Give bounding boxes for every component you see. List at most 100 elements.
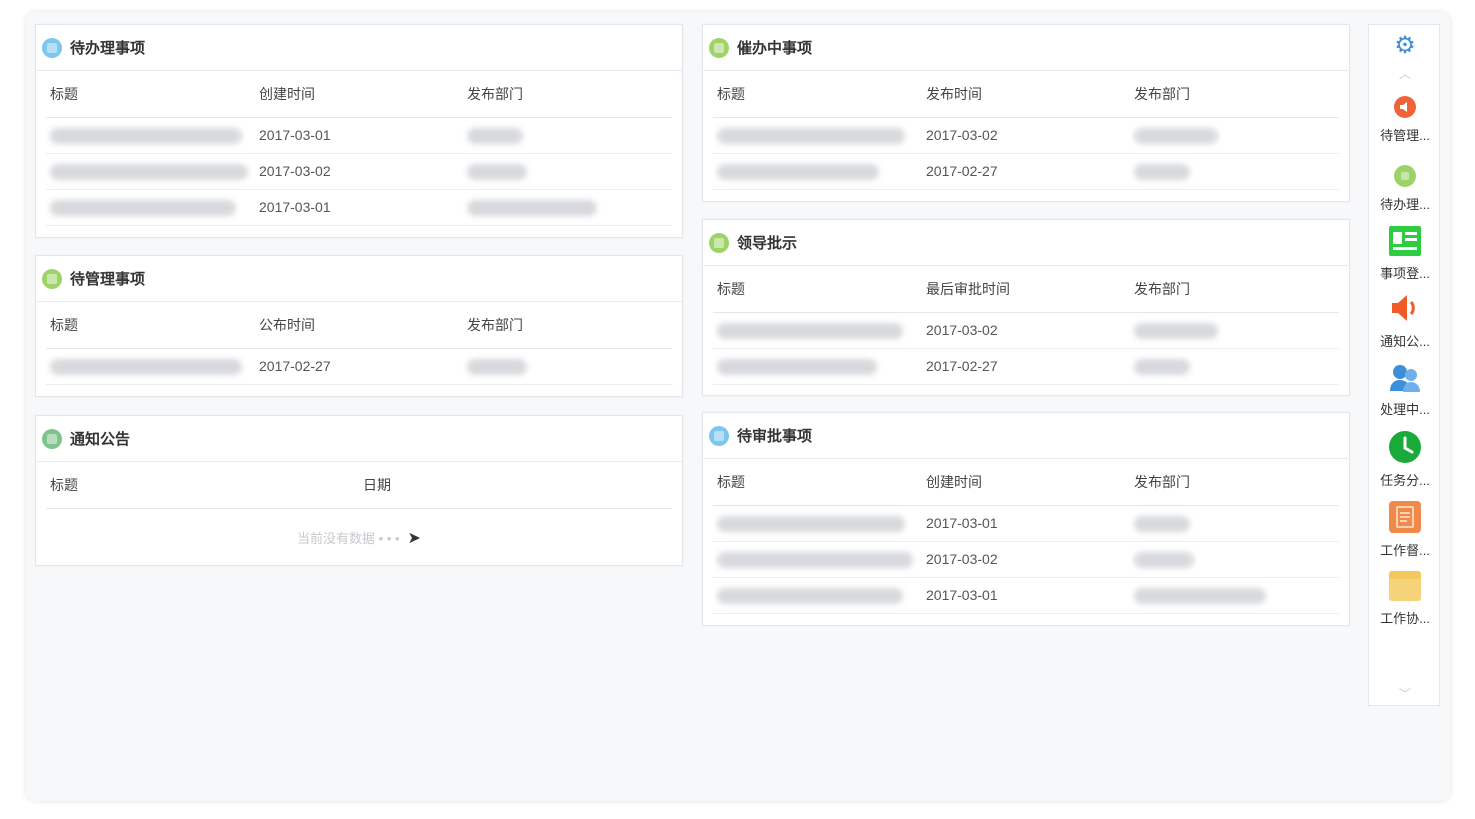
table-row[interactable]: 2017-03-01 <box>713 505 1339 542</box>
manage-panel-header: 待管理事项 <box>36 256 682 302</box>
table-header-row: 标题 创建时间 发布部门 <box>46 71 672 118</box>
table-row[interactable]: 2017-03-02 <box>713 312 1339 349</box>
empty-state-text: 当前没有数据 • • • <box>297 531 400 546</box>
approve-panel-header: 待审批事项 <box>703 413 1349 459</box>
users-icon <box>1390 365 1420 392</box>
shortcut-label: 事项登... <box>1380 266 1430 281</box>
col-last-approval-header: 最后审批时间 <box>922 266 1130 313</box>
table-row[interactable]: 2017-03-02 <box>713 117 1339 154</box>
row-date: 2017-02-27 <box>922 153 1130 190</box>
table-header-row: 标题 公布时间 发布部门 <box>46 302 672 349</box>
row-dept <box>1130 505 1339 542</box>
manage-panel: 待管理事项 标题 公布时间 发布部门 2017-02-27 <box>35 255 683 397</box>
folder-icon <box>1389 571 1421 601</box>
table-row[interactable]: 2017-02-27 <box>46 348 672 385</box>
row-dept <box>1130 348 1339 385</box>
urging-table: 标题 发布时间 发布部门 2017-03-02 2017-02-27 <box>713 71 1339 190</box>
shortcut-item-register[interactable]: 事项登... <box>1369 225 1441 282</box>
table-row[interactable]: 2017-02-27 <box>713 348 1339 385</box>
shortcut-task-assign[interactable]: 任务分... <box>1369 430 1441 489</box>
clock-icon <box>1389 431 1421 463</box>
col-title-header: 标题 <box>46 462 359 509</box>
row-title[interactable] <box>713 541 922 578</box>
col-created-header: 创建时间 <box>922 459 1130 506</box>
shortcut-label: 任务分... <box>1380 473 1430 488</box>
shortcut-label: 处理中... <box>1380 402 1430 417</box>
col-title-header: 标题 <box>713 459 922 506</box>
table-row[interactable]: 2017-03-01 <box>46 117 672 154</box>
row-date: 2017-03-02 <box>922 312 1130 349</box>
shortcut-notice[interactable]: 通知公... <box>1369 291 1441 350</box>
leader-panel-header: 领导批示 <box>703 220 1349 266</box>
shortcut-pending-todo[interactable]: 待办理... <box>1369 164 1441 213</box>
todo-table: 标题 创建时间 发布部门 2017-03-01 2017-03-02 2017-… <box>46 71 672 226</box>
row-date: 2017-03-01 <box>255 189 463 226</box>
row-dept <box>463 189 672 226</box>
table-row[interactable]: 2017-03-01 <box>46 189 672 226</box>
todo-panel-icon <box>42 37 62 58</box>
leader-panel: 领导批示 标题 最后审批时间 发布部门 2017-03-02 2017-02-2… <box>702 219 1350 396</box>
shortcut-label: 待管理... <box>1380 128 1430 143</box>
approve-table: 标题 创建时间 发布部门 2017-03-01 2017-03-02 2017-… <box>713 459 1339 614</box>
todo-panel-title: 待办理事项 <box>70 40 146 57</box>
shortcut-work-collab[interactable]: 工作协... <box>1369 570 1441 627</box>
gear-icon[interactable]: ⚙ <box>1392 33 1418 59</box>
row-date: 2017-03-02 <box>922 117 1130 154</box>
row-title[interactable] <box>713 577 922 614</box>
shortcut-sidebar: ⚙ ︿ 待管理... 待办理... 事项登... 通知公... 处理中... 任… <box>1368 24 1440 706</box>
row-dept <box>1130 117 1339 154</box>
shortcut-pending-manage[interactable]: 待管理... <box>1369 95 1441 144</box>
leader-table: 标题 最后审批时间 发布部门 2017-03-02 2017-02-27 <box>713 266 1339 385</box>
approve-panel: 待审批事项 标题 创建时间 发布部门 2017-03-01 2017-03-02 <box>702 412 1350 626</box>
manage-panel-title: 待管理事项 <box>70 271 146 288</box>
row-title[interactable] <box>713 117 922 154</box>
row-date: 2017-03-01 <box>922 577 1130 614</box>
col-dept-header: 发布部门 <box>1130 71 1339 118</box>
shortcut-label: 待办理... <box>1380 197 1430 212</box>
shortcut-label: 通知公... <box>1380 334 1430 349</box>
col-dept-header: 发布部门 <box>463 302 672 349</box>
clipboard-icon <box>1389 501 1421 533</box>
shortcut-processing[interactable]: 处理中... <box>1369 363 1441 418</box>
notice-panel: 通知公告 标题 日期 当前没有数据 • • • ➤ <box>35 415 683 566</box>
table-row[interactable]: 2017-02-27 <box>713 153 1339 190</box>
green-circle-icon <box>1394 165 1416 187</box>
table-row[interactable]: 2017-03-01 <box>713 577 1339 614</box>
row-title[interactable] <box>46 189 255 226</box>
col-date-header: 日期 <box>359 462 672 509</box>
shortcut-label: 工作协... <box>1380 611 1430 626</box>
row-title[interactable] <box>713 153 922 190</box>
col-dept-header: 发布部门 <box>1130 266 1339 313</box>
row-date: 2017-03-02 <box>255 153 463 190</box>
row-title[interactable] <box>46 117 255 154</box>
chevron-up-icon[interactable]: ︿ <box>1395 65 1415 82</box>
col-dept-header: 发布部门 <box>1130 459 1339 506</box>
col-title-header: 标题 <box>713 266 922 313</box>
row-title[interactable] <box>713 312 922 349</box>
urging-panel: 催办中事项 标题 发布时间 发布部门 2017-03-02 2017-02-27 <box>702 24 1350 202</box>
row-title[interactable] <box>713 505 922 542</box>
leader-panel-icon <box>709 232 729 253</box>
col-title-header: 标题 <box>46 71 255 118</box>
speaker-circle-icon <box>1394 96 1416 118</box>
row-date: 2017-02-27 <box>922 348 1130 385</box>
manage-panel-icon <box>42 268 62 289</box>
table-header-row: 标题 最后审批时间 发布部门 <box>713 266 1339 313</box>
col-title-header: 标题 <box>46 302 255 349</box>
id-card-icon <box>1389 226 1421 256</box>
row-title[interactable] <box>46 153 255 190</box>
table-row[interactable]: 2017-03-02 <box>713 541 1339 578</box>
table-row[interactable]: 2017-03-02 <box>46 153 672 190</box>
notice-panel-header: 通知公告 <box>36 416 682 462</box>
shortcut-work-supervise[interactable]: 工作督... <box>1369 500 1441 559</box>
col-title-header: 标题 <box>713 71 922 118</box>
todo-panel-header: 待办理事项 <box>36 25 682 71</box>
notice-table: 标题 日期 <box>46 462 672 509</box>
approve-panel-icon <box>709 425 729 446</box>
speaker-icon <box>1392 295 1415 321</box>
row-dept <box>1130 153 1339 190</box>
table-header-row: 标题 发布时间 发布部门 <box>713 71 1339 118</box>
row-title[interactable] <box>46 348 255 385</box>
row-title[interactable] <box>713 348 922 385</box>
chevron-down-icon[interactable]: ﹀ <box>1395 685 1415 702</box>
